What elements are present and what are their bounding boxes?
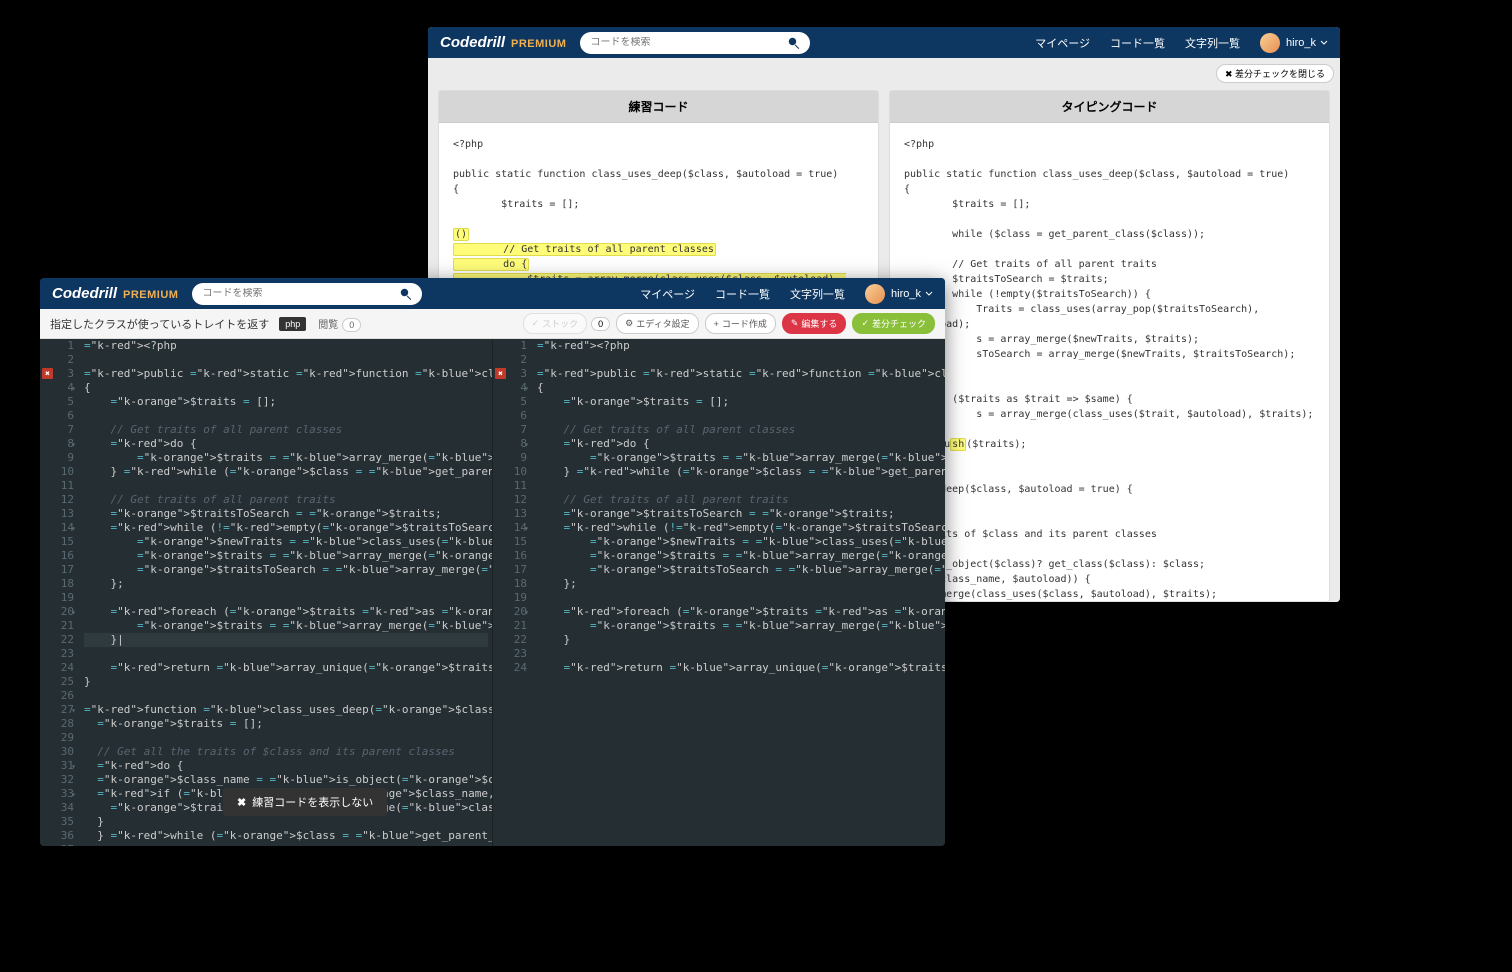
search-icon[interactable] [400, 288, 412, 300]
editor-left[interactable]: 12✖34▾5678▾91011121314▾151617181920▾2122… [40, 339, 493, 846]
nav-codes[interactable]: コード一覧 [715, 286, 770, 302]
page-title: 指定したクラスが使っているトレイトを返す [50, 316, 269, 332]
logo-premium: PREMIUM [511, 38, 566, 50]
diff-left-header: 練習コード [439, 91, 878, 123]
diff-check-button[interactable]: ✓ 差分チェック [852, 313, 935, 334]
avatar [1260, 33, 1280, 53]
logo[interactable]: Codedrill PREMIUM [440, 34, 566, 51]
nav-strings[interactable]: 文字列一覧 [1185, 35, 1240, 51]
search-input-front[interactable] [202, 288, 400, 299]
logo-text: Codedrill [440, 34, 505, 51]
search-input[interactable] [590, 37, 788, 48]
avatar [865, 284, 885, 304]
user-menu[interactable]: hiro_k [1260, 33, 1328, 53]
chevron-down-icon [925, 290, 933, 298]
nav-codes[interactable]: コード一覧 [1110, 35, 1165, 51]
header-front: Codedrill PREMIUM マイページ コード一覧 文字列一覧 hiro… [40, 278, 945, 309]
logo-front[interactable]: Codedrill PREMIUM [52, 285, 178, 302]
editor-window: Codedrill PREMIUM マイページ コード一覧 文字列一覧 hiro… [40, 278, 945, 846]
editor-right[interactable]: 12✖34▾5678▾91011121314▾151617181920▾2122… [493, 339, 945, 846]
diff-right-content: <?php public static function class_uses_… [890, 123, 1329, 601]
search-icon[interactable] [788, 37, 800, 49]
edit-button[interactable]: ✎ 編集する [782, 313, 847, 334]
header-back: Codedrill PREMIUM マイページ コード一覧 文字列一覧 hiro… [428, 27, 1340, 58]
nav-mypage[interactable]: マイページ [1035, 35, 1090, 51]
views-count: 0 [342, 318, 361, 332]
diff-right-header: タイピングコード [890, 91, 1329, 123]
tooltip-label: 練習コードを表示しない [252, 794, 373, 810]
lang-chip: php [279, 317, 306, 331]
chevron-down-icon [1320, 39, 1328, 47]
search-box-front[interactable] [192, 283, 422, 305]
user-menu[interactable]: hiro_k [865, 284, 933, 304]
nav-mypage[interactable]: マイページ [640, 286, 695, 302]
stock-count: 0 [591, 317, 610, 331]
diff-panel-right: タイピングコード <?php public static function cl… [889, 90, 1330, 602]
editor-settings-button[interactable]: ⚙ エディタ設定 [616, 313, 698, 334]
create-code-button[interactable]: + コード作成 [705, 313, 776, 334]
editors: 12✖34▾5678▾91011121314▾151617181920▾2122… [40, 339, 945, 846]
nav-strings[interactable]: 文字列一覧 [790, 286, 845, 302]
close-diff-label: 差分チェックを閉じる [1235, 69, 1325, 79]
user-name: hiro_k [891, 288, 921, 300]
stock-button: ✓ ストック [523, 313, 588, 334]
search-box[interactable] [580, 32, 810, 54]
views-label: 閲覧0 [318, 316, 361, 331]
logo-premium: PREMIUM [123, 289, 178, 301]
close-diff-button[interactable]: ✖ 差分チェックを閉じる [1216, 64, 1334, 83]
close-icon[interactable]: ✖ [237, 796, 246, 809]
hide-practice-tooltip[interactable]: ✖ 練習コードを表示しない [223, 788, 387, 816]
subheader: 指定したクラスが使っているトレイトを返す php 閲覧0 ✓ ストック 0 ⚙ … [40, 309, 945, 339]
logo-text: Codedrill [52, 285, 117, 302]
user-name: hiro_k [1286, 37, 1316, 49]
